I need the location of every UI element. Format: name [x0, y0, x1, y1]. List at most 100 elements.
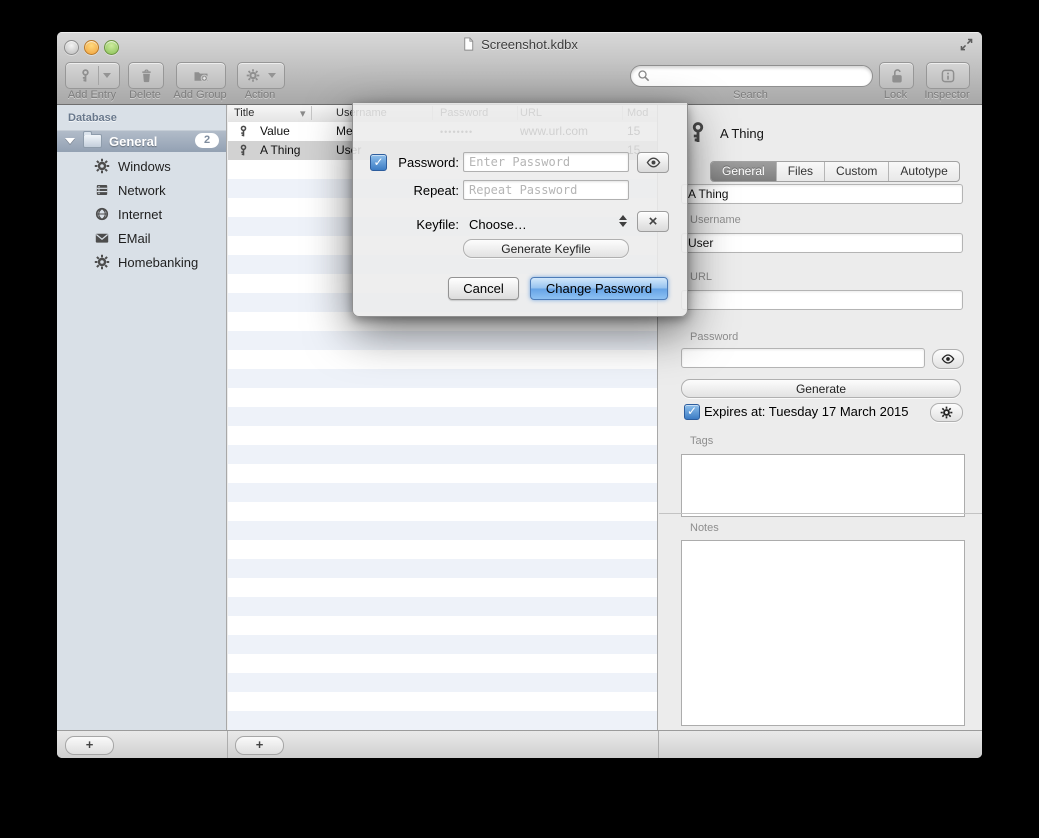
cell-title: Value [260, 124, 290, 138]
lock-button[interactable] [879, 62, 914, 89]
inspector-panel: A Thing General Files Custom Autotype Us… [659, 105, 982, 731]
password-checkbox[interactable]: ✓ [370, 154, 387, 171]
cell-username: Me [336, 124, 353, 138]
password-field[interactable] [681, 348, 925, 368]
cancel-button[interactable]: Cancel [448, 277, 519, 300]
action-label: Action [237, 89, 283, 101]
sidebar-item-label: EMail [118, 231, 151, 246]
clear-keyfile-button[interactable]: × [637, 211, 669, 232]
keyfile-popup[interactable]: Choose… [469, 217, 527, 232]
reveal-password-button[interactable] [932, 349, 964, 369]
sheet-password-label: Password: [389, 155, 459, 170]
expires-label: Expires at: Tuesday 17 March 2015 [704, 404, 909, 419]
lock-label: Lock [871, 89, 920, 101]
cell-title: A Thing [260, 143, 300, 157]
sheet-repeat-label: Repeat: [389, 183, 459, 198]
globe-icon [94, 206, 110, 222]
url-label: URL [690, 271, 712, 283]
key-icon [237, 143, 250, 158]
sheet-keyfile-label: Keyfile: [389, 217, 459, 232]
sidebar-section-header: Database [68, 112, 117, 124]
url-field[interactable] [681, 290, 963, 310]
folder-icon [83, 134, 102, 148]
sidebar-item-windows[interactable]: Windows [57, 155, 226, 177]
sidebar-item-internet[interactable]: Internet [57, 203, 226, 225]
envelope-icon [94, 230, 110, 246]
gear-icon [246, 68, 260, 83]
disclosure-triangle-icon[interactable] [65, 138, 75, 144]
add-entry-button[interactable] [65, 62, 120, 89]
window-title: Screenshot.kdbx [57, 36, 982, 52]
trash-icon [139, 68, 154, 84]
search-icon [637, 69, 651, 83]
expires-options-button[interactable] [930, 403, 963, 422]
sidebar-item-label: Internet [118, 207, 162, 222]
password-label: Password [690, 331, 738, 343]
generate-keyfile-button[interactable]: Generate Keyfile [463, 239, 629, 258]
tab-general[interactable]: General [711, 162, 777, 181]
bottom-bar: + + [57, 730, 982, 758]
tab-custom[interactable]: Custom [825, 162, 889, 181]
sidebar-group-label: General [109, 134, 157, 149]
delete-button[interactable] [128, 62, 164, 89]
inspector-button[interactable] [926, 62, 970, 89]
add-group-label: Add Group [167, 89, 233, 101]
eye-icon [941, 352, 955, 366]
action-button[interactable] [237, 62, 285, 89]
desktop: Screenshot.kdbx Add Entry Delete Add Gro… [0, 0, 1039, 838]
generate-password-button[interactable]: Generate [681, 379, 961, 398]
inspector-divider [659, 513, 982, 514]
sheet-repeat-input[interactable] [463, 180, 629, 200]
folder-plus-icon [193, 68, 209, 84]
app-window: Screenshot.kdbx Add Entry Delete Add Gro… [57, 32, 982, 758]
delete-label: Delete [119, 89, 171, 101]
search-input[interactable] [653, 67, 867, 85]
username-field[interactable] [681, 233, 963, 253]
inspector-entry-title: A Thing [720, 126, 764, 141]
tags-label: Tags [690, 435, 713, 447]
expires-checkbox[interactable]: ✓ [684, 404, 700, 420]
server-icon [94, 182, 110, 198]
gear-icon [94, 158, 110, 174]
add-entry-footer-button[interactable]: + [235, 736, 284, 755]
sidebar-item-label: Network [118, 183, 166, 198]
username-label: Username [690, 214, 741, 226]
key-icon [78, 68, 93, 84]
title-field[interactable] [681, 184, 963, 204]
key-icon [237, 124, 250, 139]
tab-files[interactable]: Files [777, 162, 825, 181]
search-label: Search [630, 89, 871, 101]
sidebar-item-homebanking[interactable]: Homebanking [57, 251, 226, 273]
column-header-title[interactable]: Title [234, 107, 254, 119]
sheet-reveal-password-button[interactable] [637, 152, 669, 173]
chevron-down-icon [103, 73, 111, 78]
sidebar-item-label: Homebanking [118, 255, 198, 270]
sidebar-group-general[interactable]: General 2 [57, 130, 226, 152]
tags-input[interactable] [681, 454, 965, 517]
gear-icon [94, 254, 110, 270]
window-chrome: Screenshot.kdbx Add Entry Delete Add Gro… [57, 32, 982, 105]
gear-icon [940, 406, 953, 419]
lock-open-icon [889, 68, 905, 84]
change-password-sheet: ✓ Password: Repeat: Keyfile: Choose… × G… [352, 103, 688, 317]
sidebar-item-label: Windows [118, 159, 171, 174]
entry-count-badge: 2 [195, 133, 219, 148]
search-field[interactable] [630, 65, 873, 87]
key-icon [686, 115, 710, 151]
stepper-icon[interactable] [619, 215, 627, 227]
notes-input[interactable] [681, 540, 965, 726]
sidebar-item-email[interactable]: EMail [57, 227, 226, 249]
add-entry-dropdown[interactable] [98, 66, 115, 85]
add-group-footer-button[interactable]: + [65, 736, 114, 755]
info-icon [940, 68, 956, 84]
add-entry-label: Add Entry [61, 89, 123, 101]
document-icon [461, 36, 476, 52]
add-group-button[interactable] [176, 62, 226, 89]
sheet-password-input[interactable] [463, 152, 629, 172]
change-password-button[interactable]: Change Password [530, 277, 668, 300]
sidebar-item-network[interactable]: Network [57, 179, 226, 201]
tab-autotype[interactable]: Autotype [889, 162, 958, 181]
chevron-down-icon [268, 73, 276, 78]
notes-label: Notes [690, 522, 719, 534]
fullscreen-icon[interactable] [959, 37, 974, 52]
